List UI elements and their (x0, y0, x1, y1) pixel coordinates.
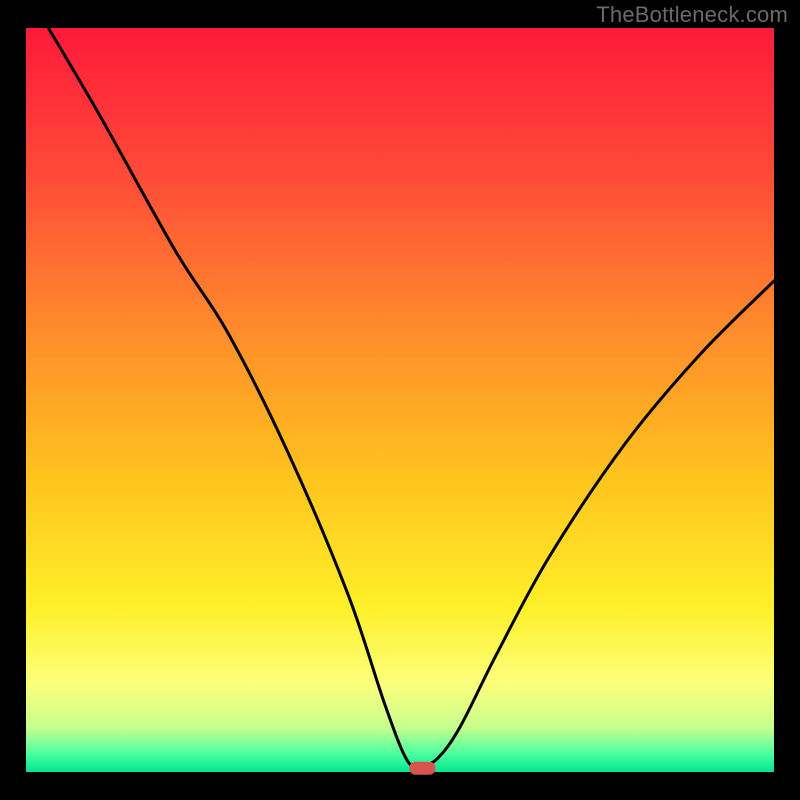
chart-container: TheBottleneck.com (0, 0, 800, 800)
watermark-text: TheBottleneck.com (596, 2, 788, 28)
optimum-marker (409, 762, 435, 775)
chart-svg (0, 0, 800, 800)
